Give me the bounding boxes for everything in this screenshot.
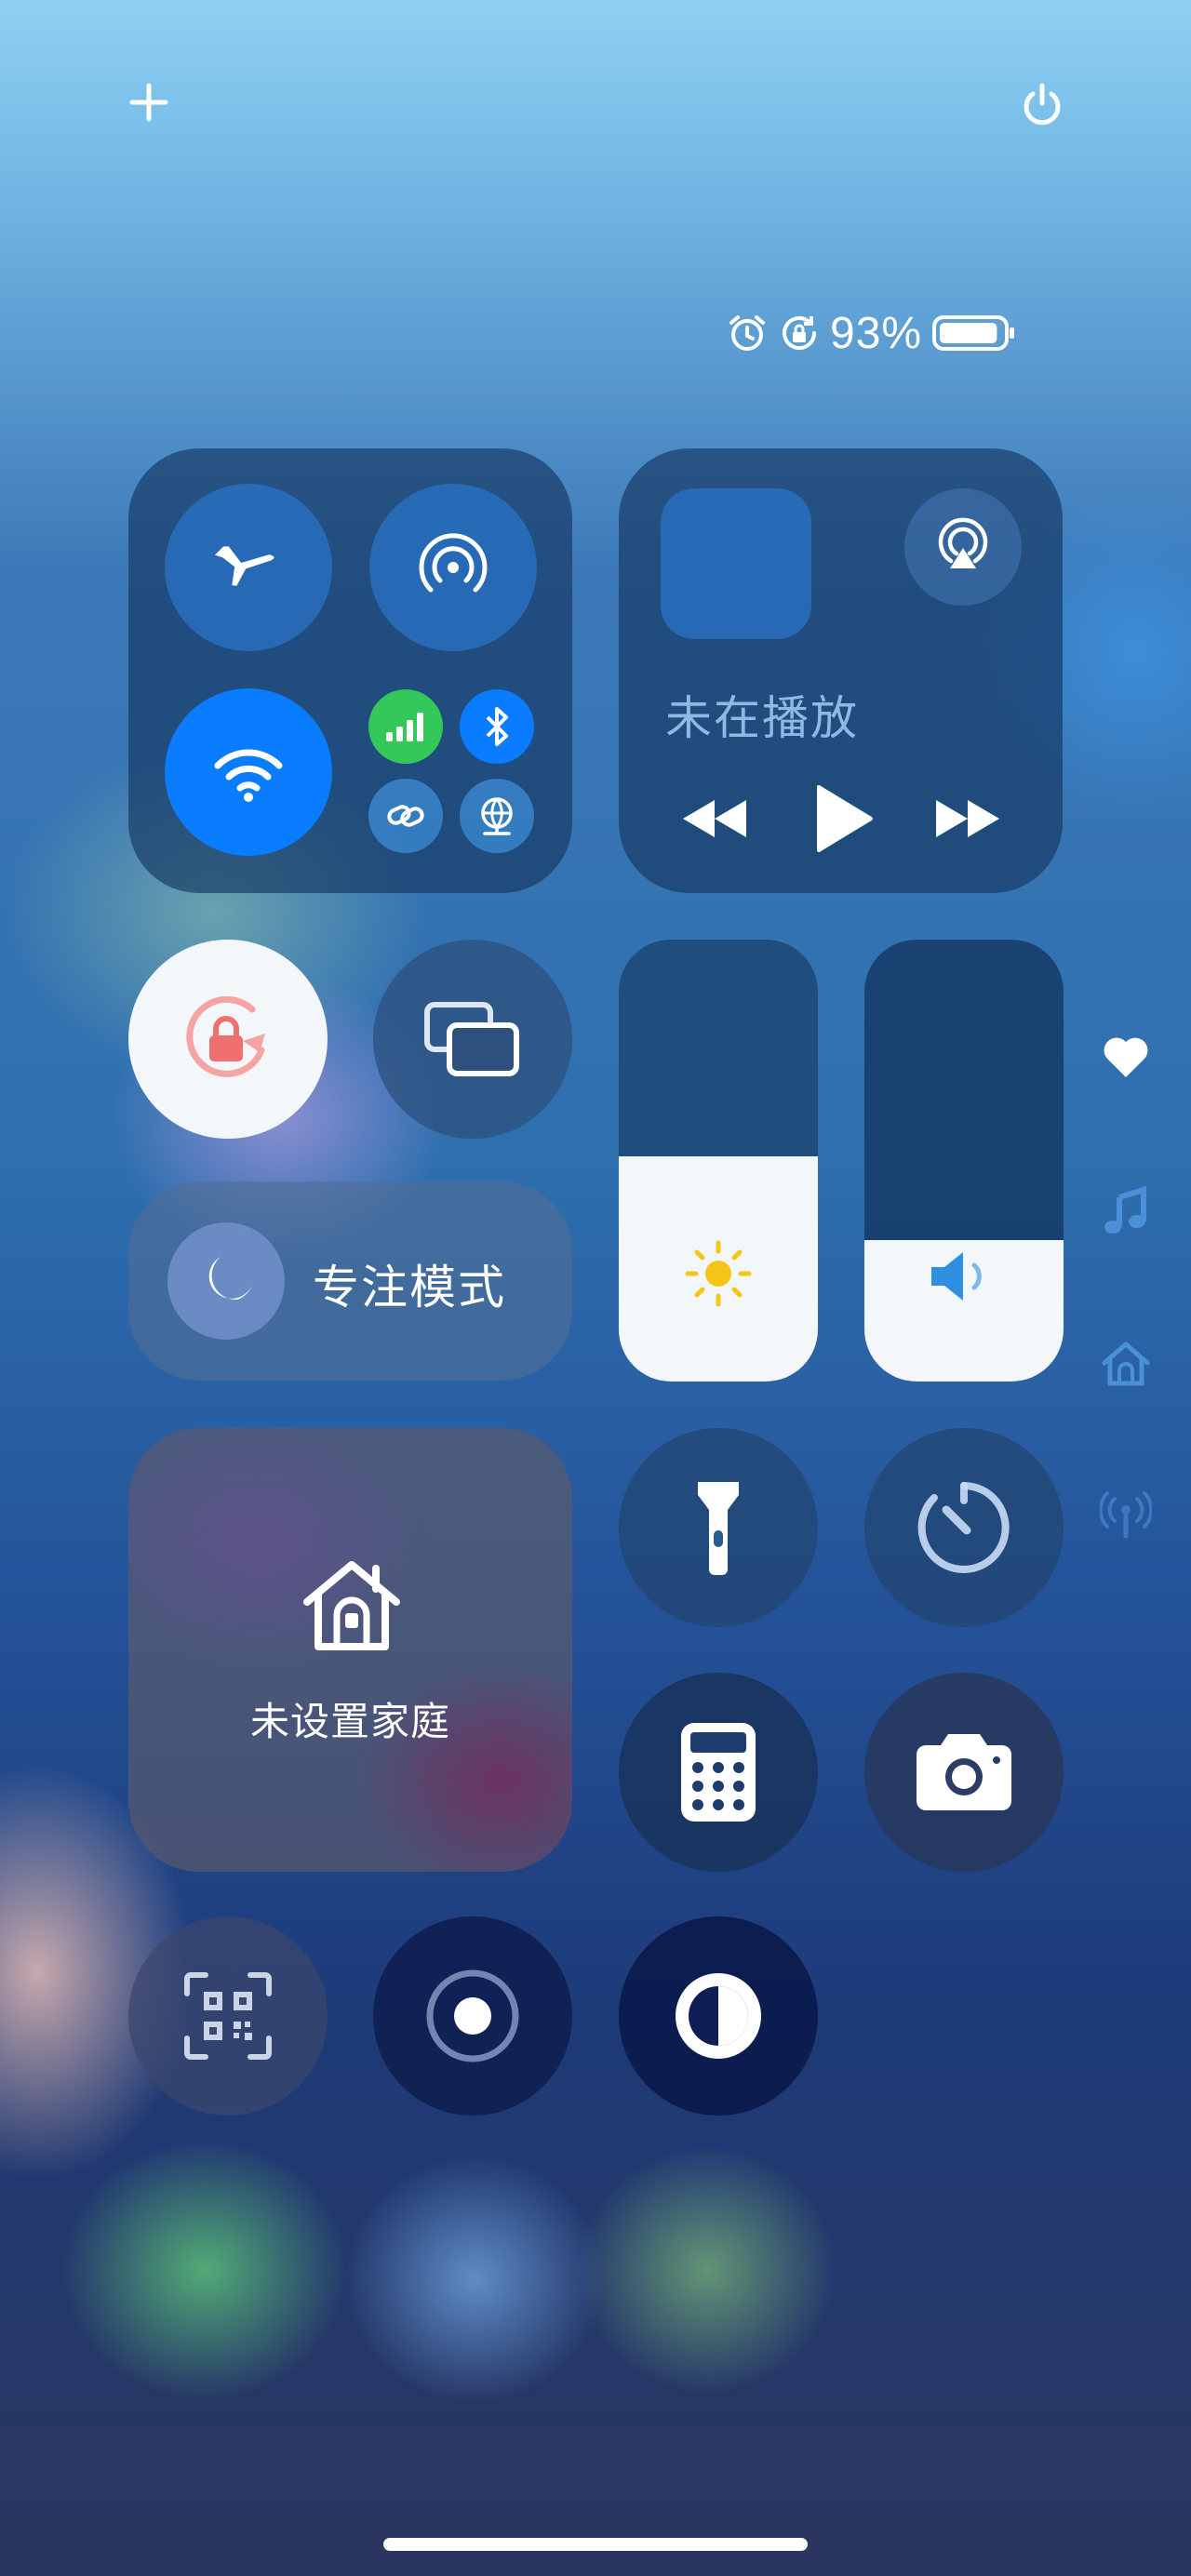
airplane-icon (214, 546, 274, 586)
screen-mirroring-icon (424, 1002, 519, 1076)
calculator-icon (681, 1723, 756, 1822)
home-label: 未设置家庭 (249, 1699, 450, 1744)
battery-percent: 93% (830, 308, 923, 358)
album-artwork[interactable] (661, 488, 811, 639)
dark-mode-button[interactable] (619, 1916, 818, 2116)
qr-code-scanner-button[interactable] (128, 1916, 328, 2116)
play-icon (817, 785, 873, 852)
airplay-icon (938, 517, 988, 568)
fast-forward-icon (936, 800, 999, 837)
power-icon (1024, 83, 1061, 126)
power-button[interactable] (1016, 78, 1068, 130)
qr-code-icon (184, 1972, 272, 2060)
focus-moon-badge (167, 1222, 285, 1340)
airdrop-toggle[interactable] (369, 484, 537, 651)
rotation-lock-icon (783, 316, 816, 350)
bluetooth-toggle[interactable] (460, 689, 534, 764)
flashlight-icon (698, 1482, 739, 1575)
airplane-mode-toggle[interactable] (165, 484, 332, 651)
flashlight-button[interactable] (619, 1428, 818, 1627)
wifi-icon (214, 749, 283, 802)
cellular-icon (386, 713, 423, 741)
camera-icon (917, 1734, 1011, 1810)
cellular-toggle[interactable] (368, 689, 443, 764)
speaker-icon (931, 1252, 982, 1301)
moon-icon (208, 1257, 252, 1301)
volume-slider[interactable] (864, 940, 1064, 1381)
alarm-icon (729, 315, 765, 351)
plus-icon (129, 83, 168, 122)
rewind-button[interactable] (677, 793, 752, 845)
music-note-icon (1104, 1186, 1146, 1234)
heart-icon (1104, 1037, 1148, 1077)
home-sidebar-icon (1102, 1341, 1150, 1386)
airplay-button[interactable] (904, 488, 1022, 606)
sidebar-home[interactable] (1098, 1336, 1154, 1392)
vpn-toggle[interactable] (460, 779, 534, 853)
now-playing-label: 未在播放 (665, 691, 859, 745)
vpn-icon (481, 797, 513, 835)
home-panel[interactable]: 未设置家庭 (128, 1428, 572, 1872)
brightness-slider[interactable] (619, 940, 818, 1381)
focus-mode-label: 专注模式 (313, 1261, 506, 1315)
airdrop-icon (419, 533, 488, 593)
home-indicator[interactable] (383, 2538, 808, 2551)
camera-button[interactable] (864, 1673, 1064, 1872)
rewind-icon (683, 800, 746, 837)
sidebar-music[interactable] (1098, 1183, 1154, 1239)
dark-mode-icon (676, 1973, 761, 2059)
focus-mode-button[interactable]: 专注模式 (128, 1181, 572, 1381)
status-bar: 93% (726, 302, 1051, 364)
sun-icon (685, 1240, 752, 1307)
rotation-lock-icon (186, 995, 265, 1077)
home-icon (303, 1561, 400, 1650)
sidebar-connectivity[interactable] (1098, 1487, 1154, 1542)
calculator-button[interactable] (619, 1673, 818, 1872)
add-control-button[interactable] (123, 76, 175, 128)
timer-icon (917, 1482, 1010, 1573)
personal-hotspot-toggle[interactable] (368, 779, 443, 853)
screen-recording-button[interactable] (373, 1916, 572, 2116)
orientation-lock-toggle[interactable] (128, 940, 328, 1139)
bluetooth-icon (486, 707, 508, 746)
timer-button[interactable] (864, 1428, 1064, 1627)
screen-mirroring-button[interactable] (373, 940, 572, 1139)
screen-record-icon (426, 1969, 519, 2062)
sidebar-favorites[interactable] (1098, 1029, 1154, 1085)
antenna-icon (1100, 1491, 1152, 1539)
fast-forward-button[interactable] (930, 793, 1005, 845)
battery-icon (932, 315, 1015, 351)
wifi-toggle[interactable] (165, 688, 332, 856)
play-button[interactable] (810, 781, 877, 856)
personal-hotspot-icon (387, 805, 424, 827)
